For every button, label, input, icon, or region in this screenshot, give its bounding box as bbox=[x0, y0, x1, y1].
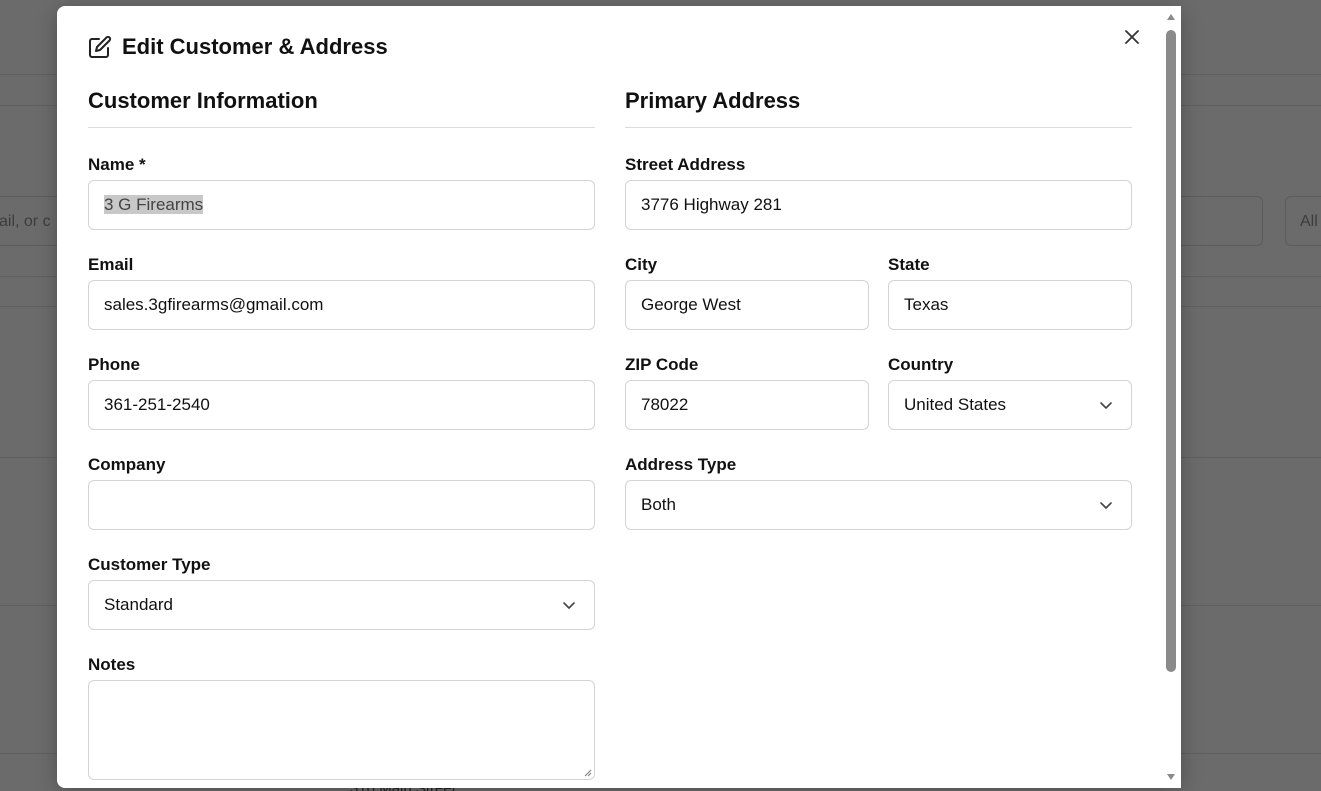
customer-type-label: Customer Type bbox=[88, 555, 211, 574]
modal-title: Edit Customer & Address bbox=[88, 34, 388, 60]
company-input[interactable] bbox=[88, 480, 595, 530]
resize-grip-icon[interactable] bbox=[582, 767, 592, 777]
modal-scrollbar[interactable] bbox=[1161, 6, 1181, 788]
state-field-group: State Texas bbox=[888, 254, 1132, 330]
bg-input bbox=[1180, 196, 1263, 246]
edit-icon bbox=[89, 35, 112, 58]
address-type-select[interactable]: Both bbox=[625, 480, 1132, 530]
email-input[interactable]: sales.3gfirearms@gmail.com bbox=[88, 280, 595, 330]
section-title-address: Primary Address bbox=[625, 86, 1132, 128]
phone-input[interactable]: 361-251-2540 bbox=[88, 380, 595, 430]
scrollbar-thumb[interactable] bbox=[1166, 30, 1176, 672]
city-label: City bbox=[625, 255, 658, 274]
modal-title-text: Edit Customer & Address bbox=[122, 34, 388, 59]
zip-input[interactable]: 78022 bbox=[625, 380, 869, 430]
phone-label: Phone bbox=[88, 355, 140, 374]
company-label: Company bbox=[88, 455, 166, 474]
scroll-up-arrow-icon[interactable] bbox=[1164, 10, 1178, 24]
email-label: Email bbox=[88, 255, 134, 274]
notes-textarea[interactable] bbox=[88, 680, 595, 780]
scroll-down-arrow-icon[interactable] bbox=[1164, 770, 1178, 784]
customer-type-field-group: Customer Type Standard bbox=[88, 554, 595, 630]
country-field-group: Country United States bbox=[888, 354, 1132, 430]
edit-customer-modal: Edit Customer & Address Customer Informa… bbox=[57, 6, 1181, 788]
customer-type-select[interactable]: Standard bbox=[88, 580, 595, 630]
primary-address-section: Primary Address Street Address 3776 High… bbox=[625, 86, 1132, 530]
company-field-group: Company bbox=[88, 454, 595, 530]
email-field-group: Email sales.3gfirearms@gmail.com bbox=[88, 254, 595, 330]
state-input[interactable]: Texas bbox=[888, 280, 1132, 330]
customer-information-section: Customer Information Name * 3 G Firearms… bbox=[88, 86, 595, 780]
close-button[interactable] bbox=[1121, 26, 1143, 48]
name-input[interactable]: 3 G Firearms bbox=[88, 180, 595, 230]
zip-field-group: ZIP Code 78022 bbox=[625, 354, 869, 430]
address-type-value: Both bbox=[641, 495, 676, 514]
city-input[interactable]: George West bbox=[625, 280, 869, 330]
city-field-group: City George West bbox=[625, 254, 869, 330]
close-icon bbox=[1125, 30, 1139, 44]
chevron-down-icon bbox=[563, 602, 575, 609]
name-input-value: 3 G Firearms bbox=[104, 195, 204, 214]
notes-field-group: Notes bbox=[88, 654, 595, 780]
customer-type-value: Standard bbox=[104, 595, 173, 614]
name-field-group: Name * 3 G Firearms bbox=[88, 154, 595, 230]
bg-filter-select: All bbox=[1285, 196, 1321, 246]
section-title-customer: Customer Information bbox=[88, 86, 595, 128]
zip-label: ZIP Code bbox=[625, 355, 699, 374]
street-label: Street Address bbox=[625, 155, 746, 174]
street-field-group: Street Address 3776 Highway 281 bbox=[625, 154, 1132, 230]
name-label: Name * bbox=[88, 155, 146, 174]
address-type-label: Address Type bbox=[625, 455, 737, 474]
country-label: Country bbox=[888, 355, 954, 374]
chevron-down-icon bbox=[1100, 502, 1112, 509]
country-value: United States bbox=[904, 395, 1007, 414]
state-label: State bbox=[888, 255, 930, 274]
address-type-field-group: Address Type Both bbox=[625, 454, 1132, 530]
country-select[interactable]: United States bbox=[888, 380, 1132, 430]
chevron-down-icon bbox=[1100, 402, 1112, 409]
phone-field-group: Phone 361-251-2540 bbox=[88, 354, 595, 430]
notes-label: Notes bbox=[88, 655, 136, 674]
street-input[interactable]: 3776 Highway 281 bbox=[625, 180, 1132, 230]
